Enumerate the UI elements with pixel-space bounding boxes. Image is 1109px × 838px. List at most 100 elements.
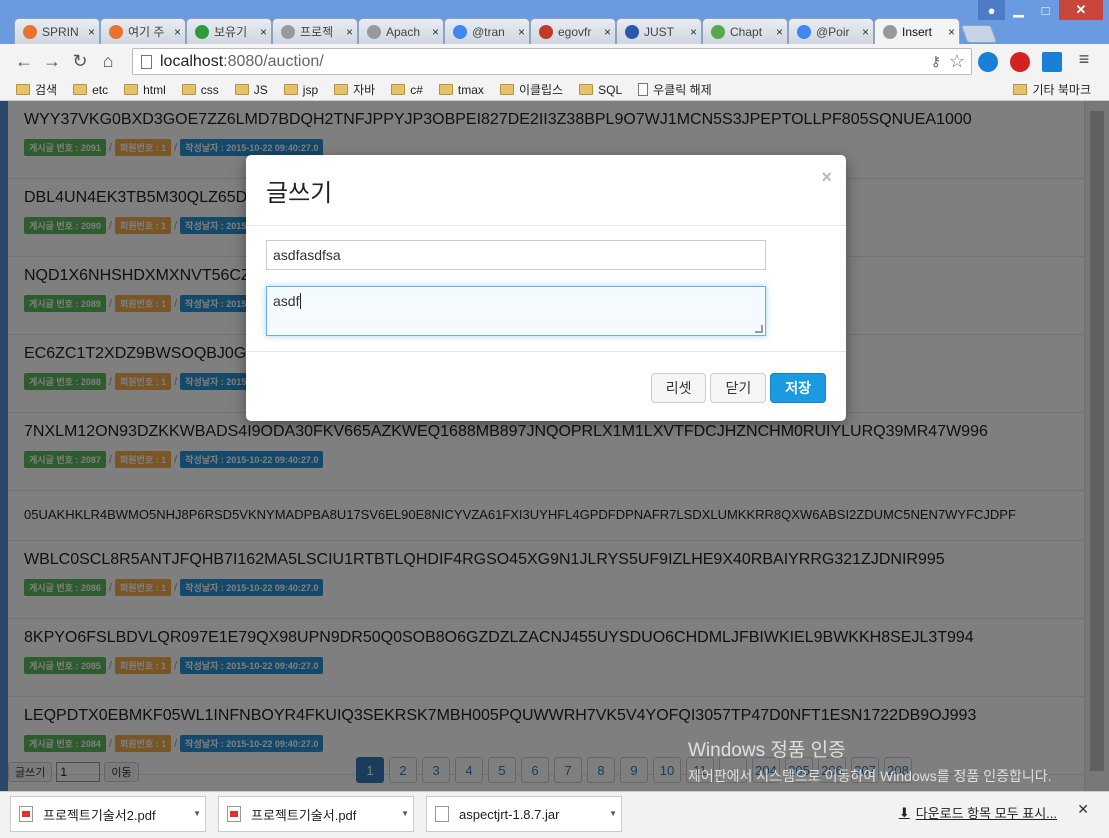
minimize-button[interactable]: ▁ (1005, 0, 1032, 20)
text-caret (300, 293, 302, 309)
download-item[interactable]: aspectjrt-1.8.7.jar ▼ (426, 796, 622, 832)
address-bar[interactable]: localhost:8080/auction/ ⚷ ☆ (132, 48, 972, 75)
tab-close-icon[interactable]: × (518, 25, 525, 39)
key-icon[interactable]: ⚷ (931, 53, 941, 70)
bookmark-item[interactable]: jsp (283, 82, 319, 97)
tab-close-icon[interactable]: × (862, 25, 869, 39)
download-filename: 프로젝트기술서2.pdf (43, 807, 156, 823)
resize-grip-icon[interactable] (755, 325, 763, 333)
tab-label: SPRIN (42, 24, 79, 39)
tab-close-icon[interactable]: × (346, 25, 353, 39)
tab-close-icon[interactable]: × (260, 25, 267, 39)
page-icon (883, 24, 897, 39)
tab-close-icon[interactable]: × (776, 25, 783, 39)
modal-header: 글쓰기 × (246, 155, 846, 226)
subject-input[interactable]: asdfasdfsa (266, 240, 766, 270)
reset-button[interactable]: 리셋 (650, 373, 707, 403)
downloads-close-icon[interactable]: ✕ (1077, 801, 1089, 818)
content-textarea[interactable]: asdf (266, 286, 766, 336)
spring-icon (23, 24, 37, 39)
bookmark-item[interactable]: css (181, 83, 219, 97)
tab-close-icon[interactable]: × (432, 25, 439, 39)
bookmark-item[interactable]: SQL (579, 83, 622, 97)
chevron-down-icon[interactable]: ▼ (401, 809, 409, 818)
bug-icon (109, 24, 123, 39)
jar-file-icon (435, 806, 449, 822)
folder-icon (438, 84, 453, 95)
bookmark-item[interactable]: 우클릭 해제 (638, 81, 712, 98)
tab-close-icon[interactable]: × (690, 25, 697, 39)
other-bookmarks-label: 기타 북마크 (1032, 83, 1091, 97)
show-all-downloads-link[interactable]: ⬇ 다운로드 항목 모두 표시... (899, 803, 1057, 822)
download-filename: 프로젝트기술서.pdf (251, 807, 357, 823)
tab[interactable]: Apach × (358, 18, 444, 44)
bookmark-star-icon[interactable]: ☆ (949, 51, 965, 72)
download-manager-icon[interactable] (1042, 52, 1062, 72)
google-icon (453, 24, 467, 39)
bookmark-item[interactable]: 자바 (334, 81, 375, 98)
bookmark-item[interactable]: tmax (438, 83, 484, 97)
tab[interactable]: @tran × (444, 18, 530, 44)
bookmark-item[interactable]: 이클립스 (499, 81, 563, 98)
tab[interactable]: SPRIN × (14, 18, 100, 44)
tab[interactable]: 여기 주 × (100, 18, 186, 44)
user-icon[interactable]: ● (978, 0, 1005, 20)
forward-arrow-icon[interactable]: → (38, 48, 66, 76)
window-close-button[interactable]: ✕ (1059, 0, 1103, 20)
folder-icon (579, 84, 594, 95)
download-arrow-icon: ⬇ (898, 804, 910, 820)
download-item[interactable]: 프로젝트기술서.pdf ▼ (218, 796, 414, 832)
bookmark-item[interactable]: etc (73, 83, 108, 97)
leaf-icon (711, 24, 725, 39)
chevron-down-icon[interactable]: ▼ (193, 809, 201, 818)
reload-icon[interactable]: ↻ (66, 48, 94, 76)
tab[interactable]: @Poir × (788, 18, 874, 44)
modal-body: asdfasdfsa asdf (246, 226, 846, 352)
menu-icon[interactable]: ≡ (1074, 49, 1094, 69)
bookmark-item[interactable]: 검색 (16, 81, 57, 98)
tab[interactable]: Chapt × (702, 18, 788, 44)
tab-strip: SPRIN × 여기 주 × 보유기 × 프로젝 × Apach × @tran × egovfr × JU… (14, 18, 998, 44)
url-path: :8080/auction/ (223, 52, 324, 70)
pdf-file-icon (227, 806, 241, 822)
download-ext-icon[interactable] (978, 52, 998, 72)
back-arrow-icon[interactable]: ← (10, 48, 38, 76)
bookmark-label: jsp (302, 82, 319, 97)
tab[interactable]: 보유기 × (186, 18, 272, 44)
tab-close-icon[interactable]: × (948, 25, 955, 39)
tab-label: 보유기 (214, 25, 248, 39)
bookmark-label: 자바 (353, 83, 376, 97)
new-tab-button[interactable] (960, 25, 998, 43)
adblock-icon[interactable] (1010, 52, 1030, 72)
tab-close-icon[interactable]: × (604, 25, 611, 39)
other-bookmarks[interactable]: 기타 북마크 (1013, 81, 1091, 98)
tab[interactable]: 프로젝 × (272, 18, 358, 44)
save-button[interactable]: 저장 (770, 373, 826, 403)
home-icon[interactable]: ⌂ (94, 48, 122, 76)
tab[interactable]: egovfr × (530, 18, 616, 44)
tab-close-icon[interactable]: × (174, 25, 181, 39)
page-icon (281, 24, 295, 39)
maximize-button[interactable]: □ (1032, 0, 1059, 20)
bookmark-item[interactable]: c# (391, 83, 423, 97)
pdf-file-icon (19, 806, 33, 822)
window-controls: ● ▁ □ ✕ (978, 0, 1103, 20)
modal-close-icon[interactable]: × (821, 167, 832, 188)
tab-label: Insert (902, 24, 933, 39)
bookmark-label: html (143, 82, 166, 97)
tab[interactable]: JUST × (616, 18, 702, 44)
tab-close-icon[interactable]: × (88, 25, 95, 39)
bookmarks-bar: 검색 etc html css JS jsp 자바 c# tmax 이클립스 SQL 우클릭 해제 기… (0, 79, 1109, 101)
page-icon (367, 24, 381, 39)
download-filename: aspectjrt-1.8.7.jar (459, 806, 560, 822)
folder-icon (234, 84, 249, 95)
bookmark-item[interactable]: html (124, 83, 166, 97)
chevron-down-icon[interactable]: ▼ (609, 809, 617, 818)
bookmark-label: 검색 (35, 83, 58, 97)
tab-label: @Poir (816, 24, 850, 39)
flag-icon (625, 24, 639, 39)
tab[interactable]: Insert × (874, 18, 960, 44)
download-item[interactable]: 프로젝트기술서2.pdf ▼ (10, 796, 206, 832)
close-button[interactable]: 닫기 (710, 373, 767, 403)
bookmark-item[interactable]: JS (234, 83, 268, 97)
